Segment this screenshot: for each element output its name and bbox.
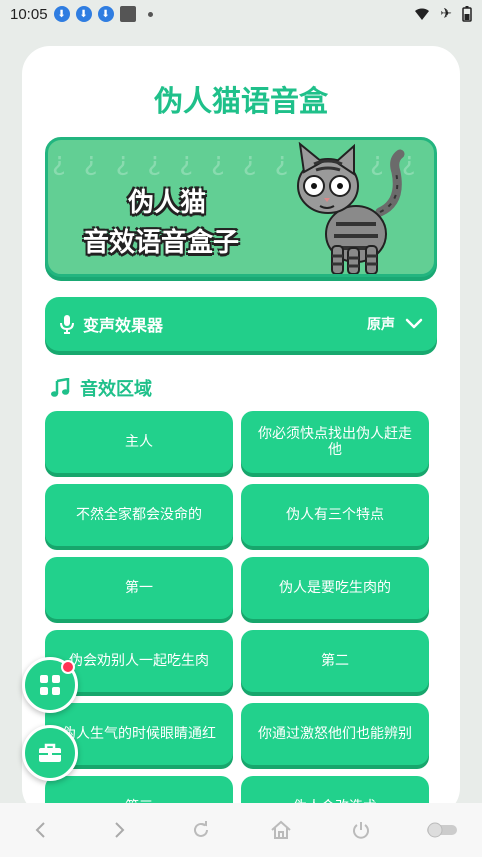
music-note-icon [51,378,70,397]
home-button[interactable] [261,810,301,850]
sound-section-header: 音效区域 [50,375,152,401]
banner: ¿¿¿¿¿¿¿¿¿¿¿¿¿¿¿¿¿¿¿¿¿¿¿¿¿¿¿¿¿¿¿¿¿¿¿¿¿¿¿¿… [45,137,437,277]
voice-effect-label: 变声效果器 [83,316,164,335]
more-notifications-icon [147,11,153,17]
chevron-left-icon [35,822,45,838]
toggle-icon [426,822,457,838]
notification-badge [61,660,75,674]
download-icon: ⬇ [97,6,114,22]
sound-button[interactable]: 主人 [45,411,233,473]
apps-fab[interactable] [22,657,78,713]
download-icon: ⬇ [53,6,70,22]
back-button[interactable] [20,810,60,850]
wifi-icon [415,8,430,20]
power-button[interactable] [341,810,381,850]
system-nav-bar [0,803,482,857]
grid-icon [40,675,60,695]
home-icon [271,820,291,839]
sound-button[interactable]: 伪人有三个特点 [241,484,429,546]
sound-button[interactable]: 你通过激怒他们也能辨别 [241,703,429,765]
toggle-switch[interactable] [422,810,462,850]
cat-illustration [297,142,405,274]
refresh-icon [193,821,208,837]
battery-icon [462,6,472,22]
airplane-icon: ✈ [440,6,452,22]
banner-title: 伪人猫 [128,188,207,218]
voice-effect-selector[interactable]: 变声效果器 原声 [45,297,437,351]
power-icon [353,822,370,839]
status-bar: 10:05 ⬇ ⬇ ⬇ ✈ [0,0,482,28]
forward-button[interactable] [100,810,140,850]
chevron-down-icon [405,318,423,329]
toolbox-icon [39,743,61,762]
app-notification-icon [119,6,136,22]
chevron-right-icon [115,822,125,838]
sound-button[interactable]: 你必须快点找出伪人赶走他 [241,411,429,473]
sound-section-title: 音效区域 [80,379,152,400]
refresh-button[interactable] [181,810,221,850]
download-icon: ⬇ [75,6,92,22]
sound-button[interactable]: 第二 [241,630,429,692]
toolbox-fab[interactable] [22,725,78,781]
voice-effect-value: 原声 [367,317,395,333]
banner-subtitle: 音效语音盒子 [83,228,240,258]
sound-button[interactable]: 第一 [45,557,233,619]
microphone-icon [60,315,74,334]
sound-button[interactable]: 伪人是要吃生肉的 [241,557,429,619]
status-icons: ✈ [414,6,472,22]
page-title: 伪人猫语音盒 [153,84,328,118]
status-time: 10:05 [10,5,48,23]
sound-button[interactable]: 不然全家都会没命的 [45,484,233,546]
